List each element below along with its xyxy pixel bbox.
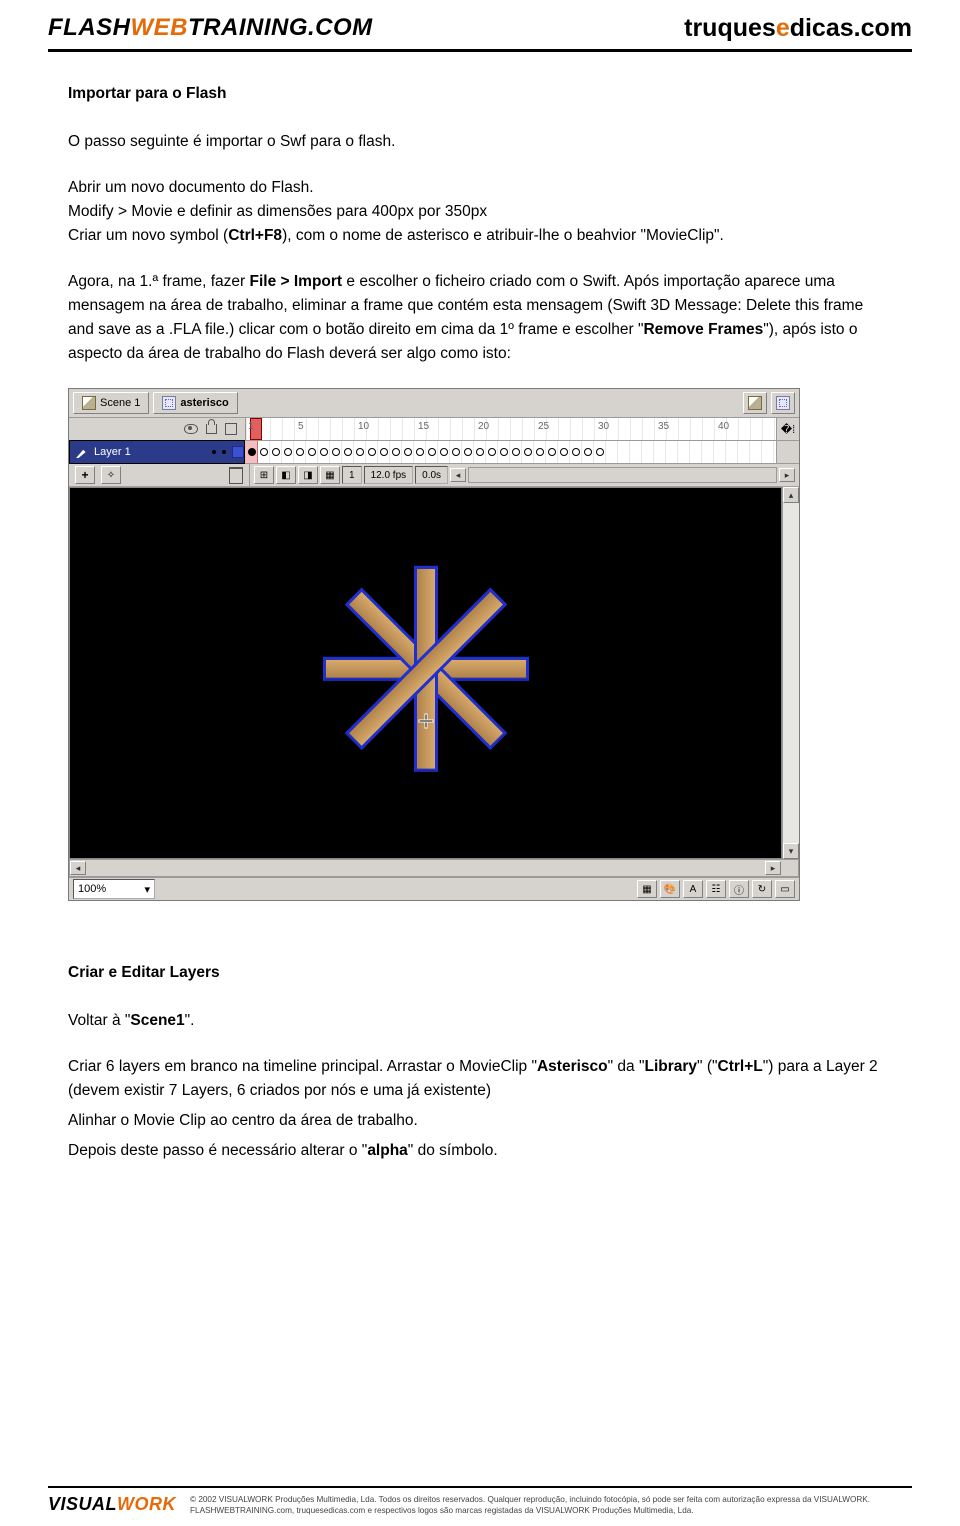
add-guide-layer-button[interactable]: ✧	[101, 466, 121, 484]
paragraph: Voltar à "Scene1".	[68, 1009, 892, 1033]
paragraph: Abrir um novo documento do Flash. Modify…	[68, 176, 892, 248]
section-title-1: Importar para o Flash	[68, 82, 892, 106]
current-frame-readout: 1	[342, 466, 362, 484]
delete-layer-button[interactable]	[229, 467, 243, 484]
content: Importar para o Flash O passo seguinte é…	[0, 52, 960, 1195]
outline-icon[interactable]	[225, 423, 237, 435]
zoom-value: 100%	[78, 883, 106, 895]
footer-logo: VISUALWORK	[48, 1494, 176, 1515]
text-tool-button[interactable]: A	[683, 880, 703, 898]
center-frame-button[interactable]: ⊞	[254, 466, 274, 484]
chevron-down-icon: ▾	[144, 883, 150, 896]
edit-multiple-button[interactable]: ▦	[320, 466, 340, 484]
lock-icon[interactable]	[206, 424, 217, 434]
stage[interactable]	[69, 487, 782, 859]
layer-row[interactable]: Layer 1	[69, 441, 799, 464]
symbol-icon	[776, 396, 790, 410]
scroll-right-button[interactable]: ▸	[765, 861, 781, 875]
registration-point-icon	[419, 715, 432, 728]
symbol-label: asterisco	[180, 397, 228, 409]
zoom-select[interactable]: 100% ▾	[73, 879, 155, 899]
page-header: FLASHWEBTRAINING.COM truquesedicas.com	[0, 0, 960, 47]
logo-right: truquesedicas.com	[684, 14, 912, 43]
scroll-left-button[interactable]: ◂	[70, 861, 86, 875]
layer-label[interactable]: Layer 1	[69, 440, 245, 464]
eye-icon[interactable]	[184, 424, 198, 434]
paragraph: Alinhar o Movie Clip ao centro da área d…	[68, 1109, 892, 1133]
movieclip-icon	[162, 396, 176, 410]
section-title-2: Criar e Editar Layers	[68, 961, 892, 985]
outline-color[interactable]	[232, 446, 244, 458]
visibility-dot[interactable]	[212, 450, 216, 454]
pencil-icon	[76, 446, 88, 458]
page-footer: VISUALWORK © 2002 VISUALWORK Produções M…	[48, 1486, 912, 1516]
show-frame-button[interactable]: ▦	[637, 880, 657, 898]
paragraph: Agora, na 1.ª frame, fazer File > Import…	[68, 270, 892, 366]
vertical-scrollbar[interactable]: ▴ ▾	[782, 487, 799, 859]
stage-toolbar: 100% ▾ ▦ 🎨 A ☷ ⓘ ↻ ▭	[69, 877, 799, 900]
scene-button[interactable]: Scene 1	[73, 392, 149, 414]
logo-left: FLASHWEBTRAINING.COM	[48, 14, 373, 42]
edit-scene-button[interactable]	[743, 392, 767, 414]
onion-outline-button[interactable]: ◨	[298, 466, 318, 484]
library-button[interactable]: ▭	[775, 880, 795, 898]
fps-readout: 12.0 fps	[364, 466, 414, 484]
scene-icon	[748, 396, 762, 410]
color-swatch-button[interactable]: 🎨	[660, 880, 680, 898]
horizontal-scrollbar[interactable]: ◂ ▸	[69, 859, 799, 877]
info-button[interactable]: ⓘ	[729, 880, 749, 898]
frame-ruler[interactable]: 1 5 10 15 20 25 30 35 40	[246, 418, 776, 440]
timeline-footer: + ✧ ⊞ ◧ ◨ ▦ 1 12.0 fps 0.0s ◂ ▸	[69, 464, 799, 487]
asterisk-graphic[interactable]	[321, 564, 531, 774]
footer-text: © 2002 VISUALWORK Produções Multimedia, …	[190, 1494, 870, 1516]
scroll-left-button[interactable]: ◂	[450, 468, 466, 482]
add-layer-button[interactable]: +	[75, 466, 95, 484]
flash-editor: Scene 1 asterisco	[68, 388, 800, 901]
scroll-right-button[interactable]: ▸	[779, 468, 795, 482]
align-button[interactable]: ☷	[706, 880, 726, 898]
layer-controls-header	[69, 418, 246, 440]
paragraph: Criar 6 layers em branco na timeline pri…	[68, 1055, 892, 1103]
paragraph: O passo seguinte é importar o Swf para o…	[68, 130, 892, 154]
breadcrumb-bar: Scene 1 asterisco	[69, 389, 799, 418]
scene-icon	[82, 396, 96, 410]
timeline-scrollbar[interactable]	[468, 467, 777, 483]
paragraph: Depois deste passo é necessário alterar …	[68, 1139, 892, 1163]
lock-dot[interactable]	[222, 450, 226, 454]
timeline-header: 1 5 10 15 20 25 30 35 40 �⁞	[69, 418, 799, 441]
scroll-up-button[interactable]: ▴	[783, 487, 799, 503]
time-readout: 0.0s	[415, 466, 448, 484]
symbol-button[interactable]: asterisco	[153, 392, 237, 414]
onion-skin-button[interactable]: ◧	[276, 466, 296, 484]
transform-button[interactable]: ↻	[752, 880, 772, 898]
scroll-down-button[interactable]: ▾	[783, 843, 799, 859]
timeline-menu-button[interactable]: �⁞	[776, 418, 799, 440]
scene-label: Scene 1	[100, 397, 140, 409]
stage-wrap: ▴ ▾	[69, 487, 799, 859]
edit-symbol-button[interactable]	[771, 392, 795, 414]
frames-strip[interactable]	[245, 441, 776, 463]
